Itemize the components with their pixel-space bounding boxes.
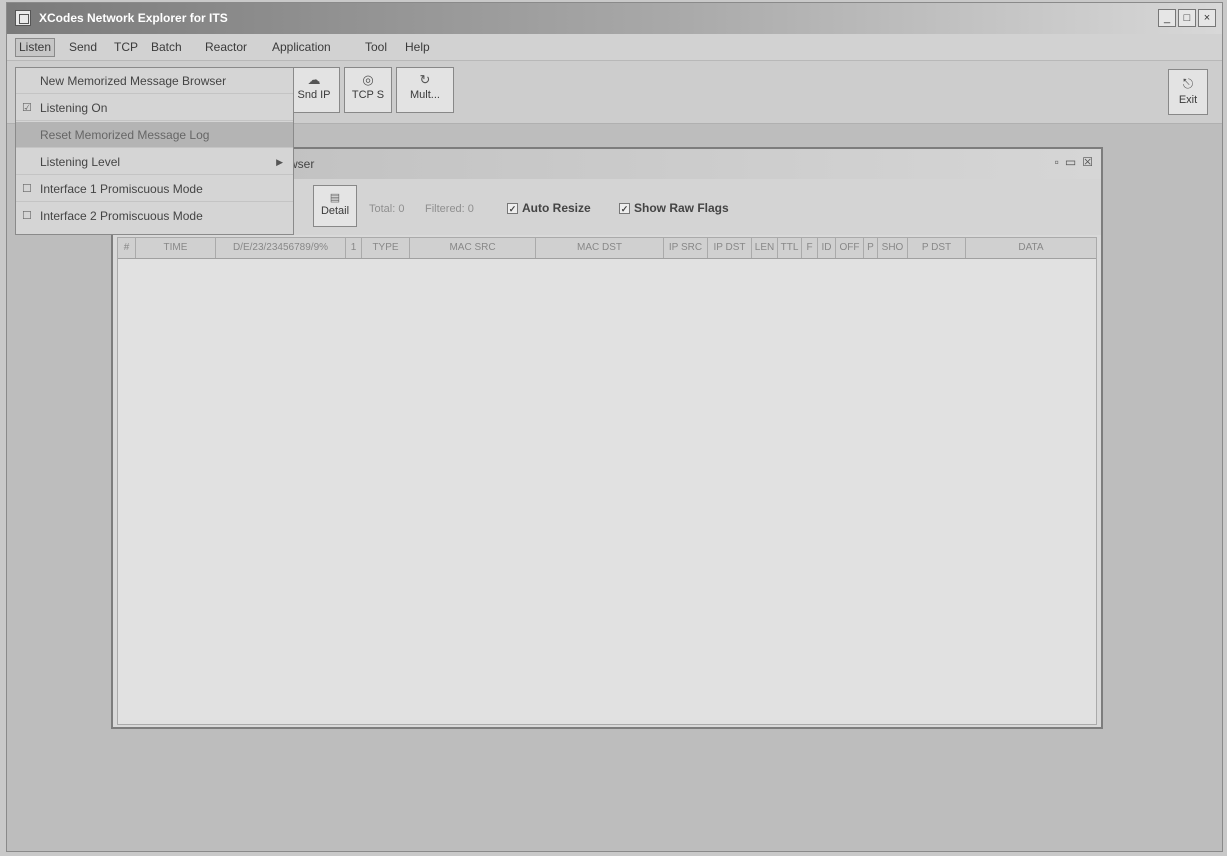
- col-1[interactable]: 1: [346, 238, 362, 258]
- minimize-icon[interactable]: _: [1158, 9, 1176, 27]
- exit-label: Exit: [1178, 94, 1198, 106]
- browser-window-controls: ▫ ▭ ☒: [1055, 155, 1093, 169]
- col-time[interactable]: TIME: [136, 238, 216, 258]
- checkbox-checked-icon: ✓: [507, 202, 518, 214]
- tcp-send-label: TCP S: [351, 89, 385, 101]
- table-header: # TIME D/E/23/23456789/9% 1 TYPE MAC SRC…: [118, 238, 1096, 259]
- app-logo-icon: [15, 10, 31, 26]
- title-bar[interactable]: XCodes Network Explorer for ITS _ □ ×: [7, 3, 1222, 34]
- col-ip-src[interactable]: IP SRC: [664, 238, 708, 258]
- network-icon: ☁: [307, 72, 321, 87]
- show-raw-flags-checkbox[interactable]: ✓ Show Raw Flags: [619, 201, 729, 215]
- col-p-dst[interactable]: P DST: [908, 238, 966, 258]
- menu-item-listening-level[interactable]: Listening Level ▶: [16, 149, 293, 175]
- filtered-count: Filtered: 0: [425, 203, 474, 215]
- menu-item-new-browser[interactable]: New Memorized Message Browser: [16, 68, 293, 94]
- col-f[interactable]: F: [802, 238, 818, 258]
- menu-send[interactable]: Send: [69, 40, 97, 54]
- total-count: Total: 0: [369, 203, 405, 215]
- menu-item-label: Listening Level: [40, 155, 121, 169]
- menu-batch[interactable]: Batch: [151, 40, 182, 54]
- col-index[interactable]: #: [118, 238, 136, 258]
- close-icon[interactable]: ☒: [1082, 155, 1093, 169]
- plug-icon: ◎: [362, 72, 374, 87]
- menu-tool[interactable]: Tool: [365, 40, 387, 54]
- show-raw-flags-label: Show Raw Flags: [634, 201, 729, 215]
- col-sho[interactable]: SHO: [878, 238, 908, 258]
- col-date[interactable]: D/E/23/23456789/9%: [216, 238, 346, 258]
- auto-resize-checkbox[interactable]: ✓ Auto Resize: [507, 201, 591, 215]
- window-controls: _ □ ×: [1158, 9, 1216, 27]
- refresh-icon: ↻: [419, 72, 431, 87]
- menu-reactor[interactable]: Reactor: [205, 40, 247, 54]
- menu-item-interface-2[interactable]: ☐ Interface 2 Promiscuous Mode: [16, 203, 293, 229]
- detail-button[interactable]: ▤ Detail: [313, 185, 357, 227]
- submenu-arrow-icon: ▶: [276, 157, 283, 167]
- menu-item-label: Listening On: [40, 101, 108, 115]
- menu-item-label: Interface 2 Promiscuous Mode: [40, 209, 203, 223]
- send-ip-button[interactable]: ☁ Snd IP: [288, 67, 340, 113]
- menu-tcp[interactable]: TCP: [114, 40, 138, 54]
- menu-application[interactable]: Application: [272, 40, 331, 54]
- menu-item-listening-on[interactable]: ☑ Listening On: [16, 95, 293, 121]
- menu-help[interactable]: Help: [405, 40, 430, 54]
- col-mac-src[interactable]: MAC SRC: [410, 238, 536, 258]
- tcp-send-button[interactable]: ◎ TCP S: [344, 67, 392, 113]
- menu-item-reset-log[interactable]: Reset Memorized Message Log: [16, 122, 293, 148]
- col-off[interactable]: OFF: [836, 238, 864, 258]
- col-mac-dst[interactable]: MAC DST: [536, 238, 664, 258]
- multicast-label: Mult...: [410, 89, 440, 101]
- maximize-icon[interactable]: ▭: [1065, 155, 1076, 169]
- menu-item-label: Interface 1 Promiscuous Mode: [40, 182, 203, 196]
- menu-item-interface-1[interactable]: ☐ Interface 1 Promiscuous Mode: [16, 176, 293, 202]
- menu-item-label: New Memorized Message Browser: [40, 74, 227, 88]
- listen-menu-dropdown: New Memorized Message Browser ☑ Listenin…: [15, 67, 294, 235]
- detail-label: Detail: [320, 205, 350, 217]
- col-id[interactable]: ID: [818, 238, 836, 258]
- exit-button[interactable]: ⎋ Exit: [1168, 69, 1208, 115]
- app-window: XCodes Network Explorer for ITS _ □ × Li…: [6, 2, 1223, 852]
- menu-bar: Listen Send TCP Batch Reactor Applicatio…: [7, 34, 1222, 61]
- exit-icon: ⎋: [1182, 76, 1194, 91]
- auto-resize-label: Auto Resize: [522, 201, 591, 215]
- message-table[interactable]: # TIME D/E/23/23456789/9% 1 TYPE MAC SRC…: [117, 237, 1097, 725]
- send-ip-label: Snd IP: [297, 89, 331, 101]
- checkbox-checked-icon: ☑: [22, 102, 32, 114]
- menu-item-label: Reset Memorized Message Log: [40, 128, 210, 142]
- col-p[interactable]: P: [864, 238, 878, 258]
- close-icon[interactable]: ×: [1198, 9, 1216, 27]
- col-data[interactable]: DATA: [966, 238, 1096, 258]
- checkbox-checked-icon: ✓: [619, 202, 630, 214]
- checkbox-unchecked-icon: ☐: [22, 183, 32, 195]
- iconify-icon[interactable]: ▫: [1055, 155, 1059, 169]
- col-len[interactable]: LEN: [752, 238, 778, 258]
- detail-icon: ▤: [329, 192, 341, 204]
- window-title: XCodes Network Explorer for ITS: [39, 11, 228, 25]
- col-type[interactable]: TYPE: [362, 238, 410, 258]
- maximize-icon[interactable]: □: [1178, 9, 1196, 27]
- checkbox-unchecked-icon: ☐: [22, 210, 32, 222]
- col-ip-dst[interactable]: IP DST: [708, 238, 752, 258]
- col-ttl[interactable]: TTL: [778, 238, 802, 258]
- multicast-button[interactable]: ↻ Mult...: [396, 67, 454, 113]
- menu-listen[interactable]: Listen: [15, 38, 56, 57]
